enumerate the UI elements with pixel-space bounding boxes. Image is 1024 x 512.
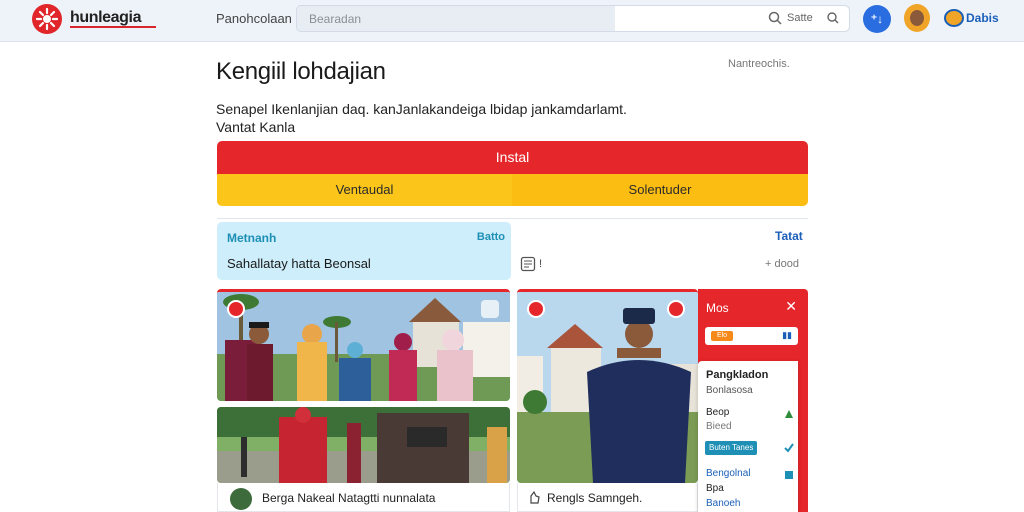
page-meta: Nantreochis.: [728, 58, 790, 70]
notification-button[interactable]: ⁺↓: [863, 5, 891, 33]
menu-item-highlighted[interactable]: Buten Tanes: [705, 441, 758, 455]
nav-link[interactable]: Panohcolaan: [216, 11, 292, 26]
hand-icon: [530, 490, 540, 504]
avatar-face: [910, 10, 924, 26]
menu-item[interactable]: Banoeh: [706, 498, 740, 509]
panel-title: Mos: [706, 301, 729, 315]
top-bar: hunleagia Panohcolaan Bearadan Satte ⁺↓ …: [0, 0, 1024, 42]
card-caption[interactable]: Rengls Samngeh.: [517, 483, 698, 512]
secondary-right-button[interactable]: Solentuder: [512, 174, 808, 206]
photo-image: [217, 407, 510, 483]
menu-heading: Pangkladon: [706, 369, 769, 381]
search-secondary[interactable]: Satte: [615, 6, 849, 31]
badge-icon[interactable]: [667, 300, 685, 318]
page-description-sub: Vantat Kanla: [216, 119, 296, 135]
bookmark-icon[interactable]: [481, 300, 499, 318]
page-title: Kengiil lohdajian: [216, 58, 386, 85]
photo-crowd[interactable]: [217, 407, 510, 483]
info-card-title: Metnanh: [227, 231, 277, 245]
user-label[interactable]: Dabis: [966, 11, 999, 25]
card-caption[interactable]: Berga Nakeal Natagtti nunnalata: [217, 483, 510, 512]
avatar[interactable]: [904, 4, 930, 32]
check-icon[interactable]: [784, 443, 794, 453]
photo-portrait[interactable]: [517, 289, 698, 483]
side-info-value: + dood: [765, 258, 799, 270]
info-card[interactable]: Metnanh Batto Sahallatay hatta Beonsal: [217, 222, 511, 280]
close-icon[interactable]: ✕: [785, 298, 797, 315]
page-description: Senapel Ikenlanjian daq. kanJanlakandeig…: [216, 101, 627, 117]
menu-subheading: Bonlasosa: [706, 385, 753, 396]
brand-name[interactable]: hunleagia: [70, 9, 141, 27]
filter-icon[interactable]: ▮▮: [782, 330, 792, 341]
globe-icon[interactable]: [944, 9, 964, 27]
search-icon[interactable]: [767, 10, 783, 26]
photo-group[interactable]: [217, 289, 510, 401]
install-button[interactable]: Instal: [217, 141, 808, 174]
card-caption-text: Berga Nakeal Natagtti nunnalata: [262, 491, 436, 505]
menu-item[interactable]: Bieed: [706, 421, 732, 432]
panel-tag: Elo: [711, 331, 733, 341]
check-icon[interactable]: [784, 470, 794, 480]
share-icon[interactable]: [527, 300, 545, 318]
document-label: !: [539, 258, 543, 270]
logo-icon[interactable]: [32, 4, 62, 34]
search-bar[interactable]: Bearadan Satte: [296, 5, 850, 32]
divider: [217, 218, 808, 219]
menu-item[interactable]: Bengolnal: [706, 468, 750, 479]
secondary-left-button[interactable]: Ventaudal: [217, 174, 512, 206]
share-icon[interactable]: [227, 300, 245, 318]
menu-item[interactable]: Beop: [706, 407, 729, 418]
search-button-icon[interactable]: [825, 10, 841, 26]
photo-image: [217, 292, 510, 401]
search-input[interactable]: Bearadan: [309, 12, 361, 26]
menu-item[interactable]: Bpa: [706, 483, 724, 494]
panel-filter[interactable]: Elo ▮▮: [705, 327, 798, 345]
info-card-body: Sahallatay hatta Beonsal: [227, 256, 371, 271]
avatar[interactable]: [230, 488, 252, 510]
share-icon[interactable]: [784, 409, 794, 419]
side-info-title[interactable]: Tatat: [775, 229, 803, 243]
card-caption-text: Rengls Samngeh.: [547, 491, 643, 505]
brand-underline: [70, 26, 156, 28]
search-secondary-label: Satte: [787, 12, 813, 24]
info-card-link[interactable]: Batto: [477, 231, 505, 243]
dropdown-menu: Pangkladon Bonlasosa Beop Bieed Buten Ta…: [698, 361, 798, 512]
document-icon[interactable]: [520, 256, 536, 272]
photo-image: [517, 292, 698, 483]
